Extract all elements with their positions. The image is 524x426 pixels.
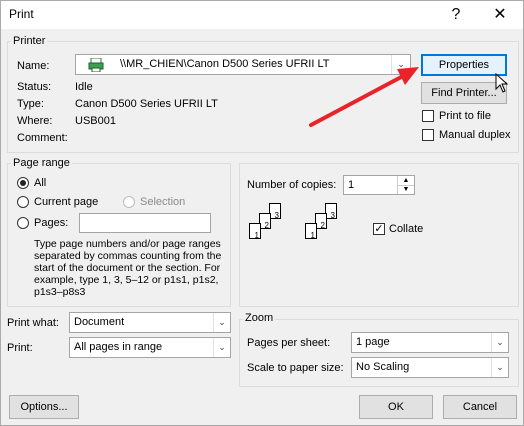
print-label: Print:: [7, 342, 33, 354]
page-range-help-text: Type page numbers and/or page ranges sep…: [34, 238, 222, 298]
type-value: Canon D500 Series UFRII LT: [75, 98, 218, 110]
dialog-title: Print: [9, 7, 34, 21]
pages-radio[interactable]: [17, 217, 29, 229]
type-label: Type:: [17, 98, 44, 110]
title-bar: Print ? ✕: [1, 1, 523, 29]
name-label: Name:: [17, 60, 50, 72]
chevron-down-icon: ⌄: [491, 333, 508, 352]
all-label: All: [34, 177, 47, 189]
pages-per-sheet-select[interactable]: 1 page ⌄: [351, 332, 509, 353]
copies-value: 1: [348, 179, 355, 191]
pages-per-sheet-label: Pages per sheet:: [247, 337, 331, 349]
copies-spinner[interactable]: 1 ▲ ▼: [343, 175, 415, 195]
status-label: Status:: [17, 81, 52, 93]
mouse-cursor-icon: [495, 72, 509, 96]
spin-down-icon[interactable]: ▼: [397, 185, 414, 194]
where-label: Where:: [17, 115, 53, 127]
page-range-group-label: Page range: [11, 157, 72, 169]
collate-illustration-icon: 3 2 1: [247, 199, 287, 253]
print-what-label: Print what:: [7, 317, 59, 329]
current-page-radio[interactable]: [17, 196, 29, 208]
current-page-label: Current page: [34, 196, 99, 208]
zoom-group-label: Zoom: [243, 312, 276, 324]
pages-label: Pages:: [34, 217, 69, 229]
print-select[interactable]: All pages in range ⌄: [69, 337, 231, 358]
print-dialog: Print ? ✕ Printer Name: \\MR_CHIEN\Canon…: [0, 0, 524, 426]
options-button[interactable]: Options...: [9, 395, 79, 419]
print-what-select[interactable]: Document ⌄: [69, 312, 231, 333]
cancel-button[interactable]: Cancel: [443, 395, 517, 419]
selection-radio[interactable]: [123, 196, 135, 208]
collate-checkbox[interactable]: ✓: [373, 223, 385, 235]
chevron-down-icon: ⌄: [213, 338, 230, 357]
scale-to-paper-size-label: Scale to paper size:: [247, 362, 344, 374]
where-value: USB001: [75, 115, 116, 127]
collate-illustration-icon: 3 2 1: [303, 199, 343, 253]
status-value: Idle: [75, 81, 93, 93]
help-button[interactable]: ?: [441, 4, 471, 26]
print-to-file-checkbox[interactable]: [422, 110, 434, 122]
all-radio[interactable]: [17, 177, 29, 189]
print-to-file-label: Print to file: [439, 110, 491, 122]
printer-icon: [88, 57, 104, 75]
close-button[interactable]: ✕: [485, 4, 515, 26]
ok-button[interactable]: OK: [359, 395, 433, 419]
scale-to-paper-size-select[interactable]: No Scaling ⌄: [351, 357, 509, 378]
number-of-copies-label: Number of copies:: [247, 179, 337, 191]
comment-label: Comment:: [17, 132, 68, 144]
annotation-arrow-icon: [309, 67, 419, 127]
manual-duplex-label: Manual duplex: [439, 129, 511, 141]
chevron-down-icon: ⌄: [491, 358, 508, 377]
printer-name-value: \\MR_CHIEN\Canon D500 Series UFRII LT: [120, 58, 330, 70]
manual-duplex-checkbox[interactable]: [422, 129, 434, 141]
chevron-down-icon: ⌄: [213, 313, 230, 332]
pages-input[interactable]: [79, 213, 211, 233]
selection-label: Selection: [140, 196, 186, 208]
printer-group-label: Printer: [11, 35, 48, 47]
collate-label: Collate: [389, 223, 424, 235]
